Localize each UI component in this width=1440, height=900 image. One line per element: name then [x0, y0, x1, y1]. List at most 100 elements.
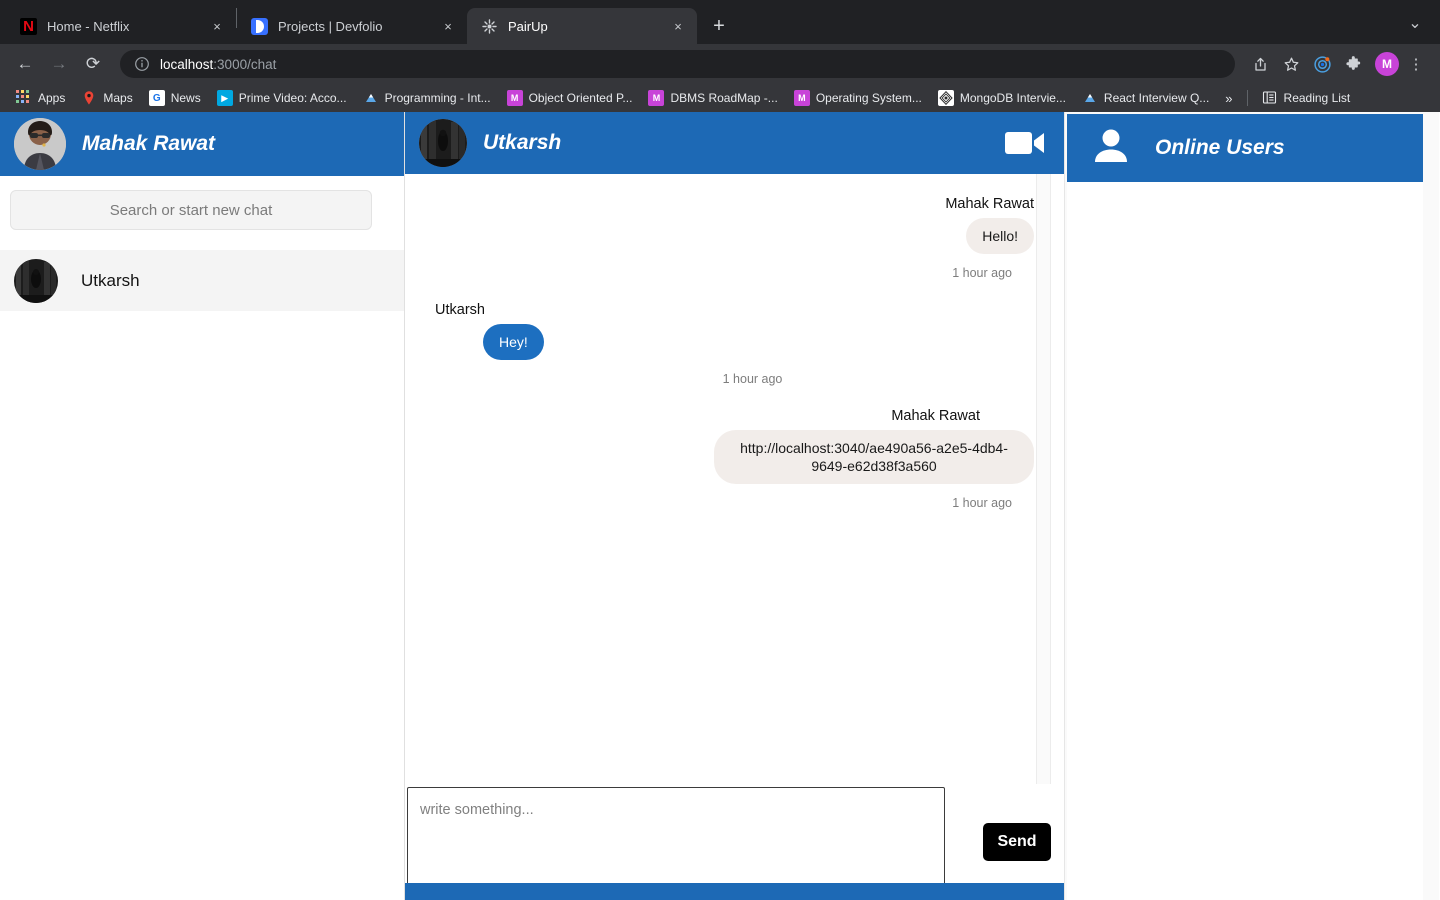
bookmark-maps[interactable]: Maps	[73, 87, 140, 109]
message-author: Mahak Rawat	[891, 408, 980, 424]
forward-button[interactable]: →	[44, 49, 74, 79]
bookmark-news[interactable]: G News	[141, 87, 209, 109]
bookmark-os[interactable]: M Operating System...	[786, 87, 930, 109]
new-tab-button[interactable]: +	[705, 12, 733, 40]
browser-menu-icon[interactable]: ⋮	[1402, 50, 1430, 78]
browser-tab-netflix[interactable]: Home - Netflix ×	[6, 8, 236, 44]
bookmark-label: React Interview Q...	[1103, 91, 1210, 105]
search-container	[0, 176, 404, 230]
message-bubble[interactable]: http://localhost:3040/ae490a56-a2e5-4db4…	[714, 430, 1034, 484]
bookmark-prime-video[interactable]: ▶ Prime Video: Acco...	[209, 87, 355, 109]
spinner-icon	[481, 18, 498, 35]
sidebar-header: Mahak Rawat	[0, 112, 404, 176]
chat-contact-name: Utkarsh	[483, 131, 562, 154]
maps-pin-icon	[81, 90, 97, 106]
user-avatar[interactable]	[14, 118, 66, 170]
bookmark-label: Object Oriented P...	[528, 91, 633, 105]
extension-target-icon[interactable]	[1308, 50, 1336, 78]
prime-video-icon: ▶	[216, 90, 233, 106]
bookmark-label: Programming - Int...	[384, 91, 491, 105]
bookmarks-overflow-button[interactable]: »	[1217, 91, 1240, 106]
online-users-panel: Online Users	[1065, 112, 1439, 900]
message-row: Mahak Rawat http://localhost:3040/ae490a…	[421, 408, 1034, 510]
message-gap	[421, 386, 1034, 408]
mountain-icon	[363, 90, 379, 106]
message-row: Mahak Rawat Hello! 1 hour ago	[421, 196, 1034, 280]
url-host: localhost	[160, 56, 214, 72]
message-row: Utkarsh Hey! 1 hour ago	[421, 302, 1034, 386]
close-icon[interactable]: ×	[669, 17, 687, 35]
chat-pane: Utkarsh Mahak Rawat Hello! 1 hour ago Ut…	[405, 112, 1065, 900]
browser-chrome: Home - Netflix × Projects | Devfolio ×	[0, 0, 1440, 112]
message-timestamp: 1 hour ago	[952, 266, 1012, 280]
send-button[interactable]: Send	[983, 823, 1051, 861]
chat-header: Utkarsh	[405, 112, 1064, 174]
browser-toolbar: ← → ⟳ localhost :3000/chat M ⋮	[0, 44, 1440, 84]
chat-list-item-name: Utkarsh	[81, 270, 140, 290]
contact-avatar	[14, 258, 58, 303]
devfolio-icon	[251, 17, 268, 35]
bookmark-programming[interactable]: Programming - Int...	[355, 87, 499, 109]
message-timestamp: 1 hour ago	[722, 372, 783, 386]
mongodb-icon	[937, 90, 954, 106]
reading-list-label: Reading List	[1283, 91, 1351, 105]
reading-list-button[interactable]: Reading List	[1254, 87, 1359, 109]
bookmark-label: News	[170, 91, 201, 105]
puzzle-extensions-icon[interactable]	[1339, 50, 1367, 78]
video-camera-icon[interactable]	[1004, 128, 1046, 158]
chat-sidebar: Mahak Rawat Search or start new chat Utk…	[0, 112, 405, 900]
bookmark-oop[interactable]: M Object Oriented P...	[499, 87, 641, 109]
message-gap	[421, 280, 1034, 302]
bookmark-apps[interactable]: Apps	[8, 87, 73, 109]
online-users-list	[1067, 182, 1423, 900]
message-timestamp: 1 hour ago	[952, 496, 1012, 510]
close-icon[interactable]: ×	[208, 17, 226, 35]
sidebar-user-name: Mahak Rawat	[82, 132, 216, 155]
medium-icon: M	[506, 90, 523, 106]
message-bubble[interactable]: Hello!	[966, 218, 1034, 254]
bookmark-label: Prime Video: Acco...	[238, 91, 347, 105]
reload-button[interactable]: ⟳	[78, 49, 108, 79]
tab-strip: Home - Netflix × Projects | Devfolio ×	[0, 0, 1440, 44]
message-scrollbar[interactable]	[1036, 174, 1051, 784]
bookmark-react-interview[interactable]: React Interview Q...	[1074, 87, 1217, 109]
pairup-app: Mahak Rawat Search or start new chat Utk…	[0, 112, 1440, 900]
bookmark-label: MongoDB Intervie...	[959, 91, 1066, 105]
chat-list-item-utkarsh[interactable]: Utkarsh	[0, 250, 404, 311]
chat-list: Utkarsh	[0, 250, 404, 311]
bookmark-label: DBMS RoadMap -...	[670, 91, 778, 105]
medium-icon: M	[793, 90, 810, 106]
message-bubble[interactable]: Hey!	[483, 324, 544, 360]
browser-tab-pairup[interactable]: PairUp ×	[467, 8, 697, 44]
online-users-header: Online Users	[1067, 114, 1423, 182]
bottom-accent-bar	[405, 883, 1064, 900]
mountain-icon	[1082, 90, 1098, 106]
message-input[interactable]	[407, 787, 945, 897]
profile-avatar[interactable]: M	[1375, 52, 1399, 76]
back-button[interactable]: ←	[10, 49, 40, 79]
message-list: Mahak Rawat Hello! 1 hour ago Utkarsh He…	[405, 174, 1064, 784]
browser-tab-devfolio[interactable]: Projects | Devfolio ×	[237, 8, 467, 44]
bookmark-label: Maps	[103, 91, 133, 105]
bookmark-label: Apps	[38, 91, 66, 105]
google-news-icon: G	[148, 90, 165, 106]
share-icon[interactable]	[1246, 50, 1274, 78]
address-bar[interactable]: localhost :3000/chat	[120, 50, 1235, 78]
tab-title: Home - Netflix	[47, 18, 130, 34]
chevron-down-icon[interactable]: ⌄	[1402, 12, 1428, 34]
bookmark-mongodb[interactable]: MongoDB Intervie...	[930, 87, 1074, 109]
search-input[interactable]	[10, 190, 372, 230]
apps-grid-icon	[16, 90, 32, 106]
bookmark-star-icon[interactable]	[1277, 50, 1305, 78]
bookmarks-divider	[1246, 90, 1248, 106]
info-circle-icon[interactable]	[134, 56, 150, 72]
bookmark-dbms[interactable]: M DBMS RoadMap -...	[640, 87, 785, 109]
message-author: Mahak Rawat	[945, 196, 1034, 212]
bookmarks-bar: Apps Maps G News ▶ Prime Video: Acco... …	[0, 84, 1440, 112]
reading-list-icon	[1262, 90, 1278, 106]
tab-title: Projects | Devfolio	[278, 18, 383, 34]
online-users-title: Online Users	[1155, 136, 1285, 159]
netflix-icon	[20, 17, 37, 35]
contact-avatar[interactable]	[419, 119, 467, 167]
close-icon[interactable]: ×	[439, 17, 457, 35]
